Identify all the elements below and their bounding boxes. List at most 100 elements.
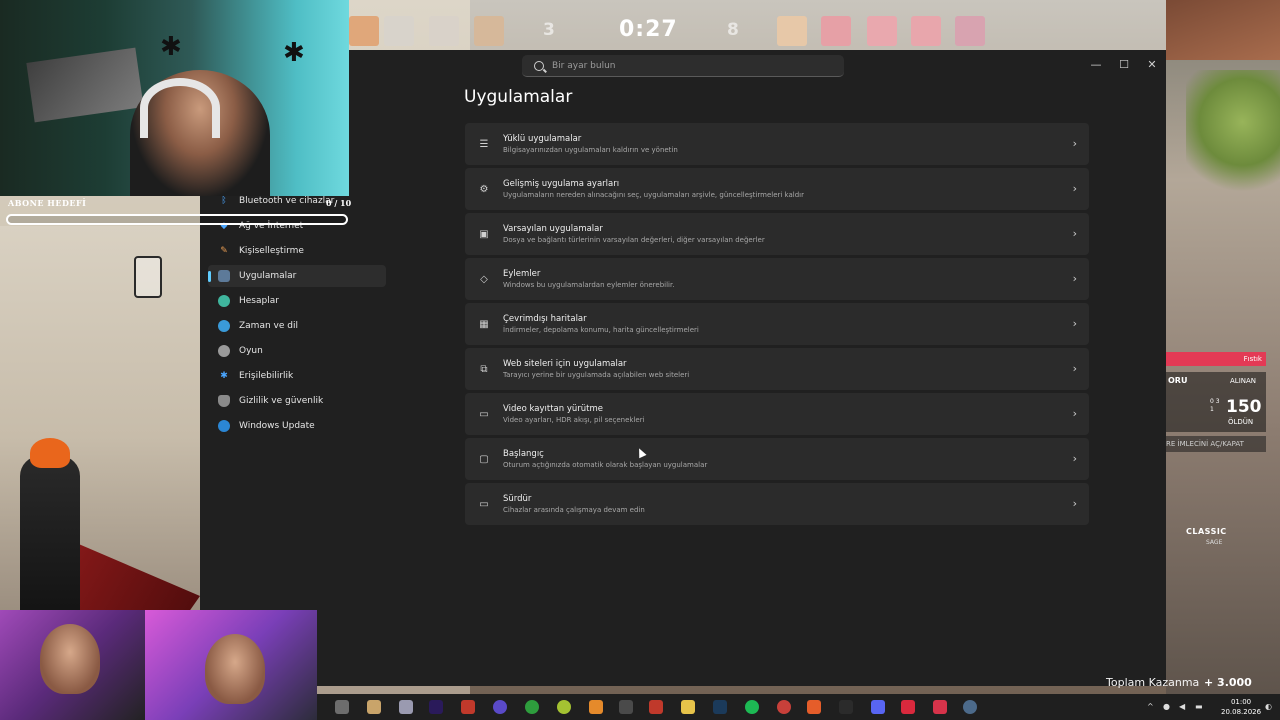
volume-icon[interactable]: ◀ — [1179, 702, 1188, 711]
folder-icon[interactable] — [681, 700, 695, 714]
taskbar-time: 01:00 — [1230, 698, 1252, 706]
startup-icon: ▢ — [479, 453, 489, 465]
close-button[interactable]: ✕ — [1138, 54, 1166, 74]
guest-face — [40, 624, 100, 694]
character-body — [20, 456, 80, 610]
battery-icon[interactable]: ▬ — [1195, 702, 1204, 711]
row-subtitle: Dosya ve bağlantı türlerinin varsayılan … — [503, 236, 765, 244]
taskbar-clock[interactable]: 01:00 20.08.2026 — [1221, 697, 1261, 717]
taskbar-app-icon[interactable] — [493, 700, 507, 714]
nav-item-label: Gizlilik ve güvenlik — [239, 396, 324, 406]
windows-taskbar: ^ ● ◀ ▬ ◐ 01:00 20.08.2026 — [317, 694, 1280, 720]
subscriber-goal-count: 0 / 10 — [326, 198, 352, 208]
taskbar-app-icon[interactable] — [335, 700, 349, 714]
taskbar-app-icon[interactable] — [871, 700, 885, 714]
spotify-icon[interactable] — [745, 700, 759, 714]
row-installed-apps[interactable]: ☰ Yüklü uygulamalar Bilgisayarınızdan uy… — [465, 123, 1089, 165]
buy-team-banner: Fıstık — [1166, 352, 1266, 366]
settings-search-box[interactable]: Bir ayar bulun — [522, 55, 844, 77]
taskbar-app-icon[interactable] — [649, 700, 663, 714]
row-resume[interactable]: ▭ Sürdür Cihazlar arasında çalışmaya dev… — [465, 483, 1089, 525]
taskbar-app-icon[interactable] — [589, 700, 603, 714]
bluetooth-icon: ᛒ — [221, 196, 227, 206]
row-actions[interactable]: ◇ Eylemler Windows bu uygulamalardan eyl… — [465, 258, 1089, 300]
search-input[interactable]: Bir ayar bulun — [552, 61, 615, 71]
cursor-toggle-hint: RE İMLECİNİ AÇ/KAPAT — [1166, 436, 1266, 452]
chrome-icon[interactable] — [777, 700, 791, 714]
taskbar-app-icon[interactable] — [367, 700, 381, 714]
round-timer: 0:27 — [619, 17, 678, 42]
nav-item-personalization[interactable]: ✎ Kişiselleştirme — [208, 240, 386, 262]
chevron-right-icon: › — [1072, 182, 1077, 195]
chevron-right-icon: › — [1072, 272, 1077, 285]
mic-icon[interactable]: ● — [1163, 702, 1172, 711]
row-default-apps[interactable]: ▣ Varsayılan uygulamalar Dosya ve bağlan… — [465, 213, 1089, 255]
row-title: Video kayıttan yürütme — [503, 404, 603, 414]
score-left: 3 — [543, 20, 555, 40]
row-subtitle: İndirmeler, depolama konumu, harita günc… — [503, 326, 699, 334]
wall-lamp — [134, 256, 162, 298]
agent-portrait — [474, 16, 504, 46]
row-title: Sürdür — [503, 494, 532, 504]
valorant-icon[interactable] — [933, 700, 947, 714]
video-icon: ▭ — [479, 408, 489, 420]
weapon-name: CLASSIC — [1186, 527, 1227, 536]
agent-portrait — [349, 16, 379, 46]
taskbar-app-icon[interactable] — [619, 700, 633, 714]
taskbar-app-icon[interactable] — [557, 700, 571, 714]
nav-item-accessibility[interactable]: ✱ Erişilebilirlik — [208, 365, 386, 387]
chevron-right-icon: › — [1072, 362, 1077, 375]
row-advanced-app-settings[interactable]: ⚙ Gelişmiş uygulama ayarları Uygulamalar… — [465, 168, 1089, 210]
row-apps-for-websites[interactable]: ⧉ Web siteleri için uygulamalar Tarayıcı… — [465, 348, 1089, 390]
nav-item-label: Hesaplar — [239, 296, 279, 306]
xbox-icon[interactable] — [525, 700, 539, 714]
nav-item-gaming[interactable]: Oyun — [208, 340, 386, 362]
notification-icon[interactable]: ◐ — [1265, 702, 1274, 711]
row-video-playback[interactable]: ▭ Video kayıttan yürütme Video ayarları,… — [465, 393, 1089, 435]
agent-portrait — [821, 16, 851, 46]
buy-right-label: ALINAN — [1230, 377, 1257, 385]
row-subtitle: Windows bu uygulamalardan eylemler önere… — [503, 281, 675, 289]
gamepad-icon — [218, 345, 230, 357]
taskbar-date: 20.08.2026 — [1221, 708, 1262, 716]
nav-item-accounts[interactable]: Hesaplar — [208, 290, 386, 312]
epic-games-icon[interactable] — [839, 700, 853, 714]
nav-item-windows-update[interactable]: Windows Update — [208, 415, 386, 437]
minimize-button[interactable]: — — [1082, 54, 1110, 74]
nav-item-privacy[interactable]: Gizlilik ve güvenlik — [208, 390, 386, 412]
taskbar-app-icon[interactable] — [399, 700, 413, 714]
taskbar-app-icon[interactable] — [461, 700, 475, 714]
row-subtitle: Cihazlar arasında çalışmaya devam edin — [503, 506, 645, 514]
spider-decoration-icon: ✱ — [160, 32, 182, 62]
account-icon — [218, 295, 230, 307]
spider-decoration-icon: ✱ — [283, 38, 305, 68]
brush-icon: ✎ — [220, 246, 228, 256]
row-subtitle: Video ayarları, HDR akışı, pil seçenekle… — [503, 416, 645, 424]
page-title: Uygulamalar — [464, 87, 573, 107]
nav-item-label: Bluetooth ve cihazlar — [239, 196, 335, 206]
app-settings-icon: ⚙ — [479, 183, 489, 195]
webcam-background-screen — [26, 47, 144, 123]
web-app-icon: ⧉ — [480, 363, 488, 375]
brave-icon[interactable] — [807, 700, 821, 714]
nav-item-apps[interactable]: Uygulamalar — [208, 265, 386, 287]
chevron-right-icon: › — [1072, 497, 1077, 510]
maximize-button[interactable]: ☐ — [1110, 54, 1138, 74]
steam-icon[interactable] — [713, 700, 727, 714]
guest-webcam-2 — [145, 610, 317, 720]
premiere-icon[interactable] — [429, 700, 443, 714]
actions-icon: ◇ — [480, 273, 488, 285]
default-apps-icon: ▣ — [479, 228, 489, 240]
row-offline-maps[interactable]: ▦ Çevrimdışı haritalar İndirmeler, depol… — [465, 303, 1089, 345]
tray-chevron-icon[interactable]: ^ — [1147, 702, 1156, 711]
taskbar-app-icon[interactable] — [901, 700, 915, 714]
search-icon — [534, 60, 544, 71]
agent-portrait — [777, 16, 807, 46]
total-earnings-label: Toplam Kazanma — [1106, 676, 1200, 689]
chevron-right-icon: › — [1072, 317, 1077, 330]
row-startup[interactable]: ▢ Başlangıç Oturum açtığınızda otomatik … — [465, 438, 1089, 480]
nav-item-time-language[interactable]: Zaman ve dil — [208, 315, 386, 337]
settings-icon[interactable] — [963, 700, 977, 714]
update-icon — [218, 420, 230, 432]
nav-item-label: Uygulamalar — [239, 271, 297, 281]
